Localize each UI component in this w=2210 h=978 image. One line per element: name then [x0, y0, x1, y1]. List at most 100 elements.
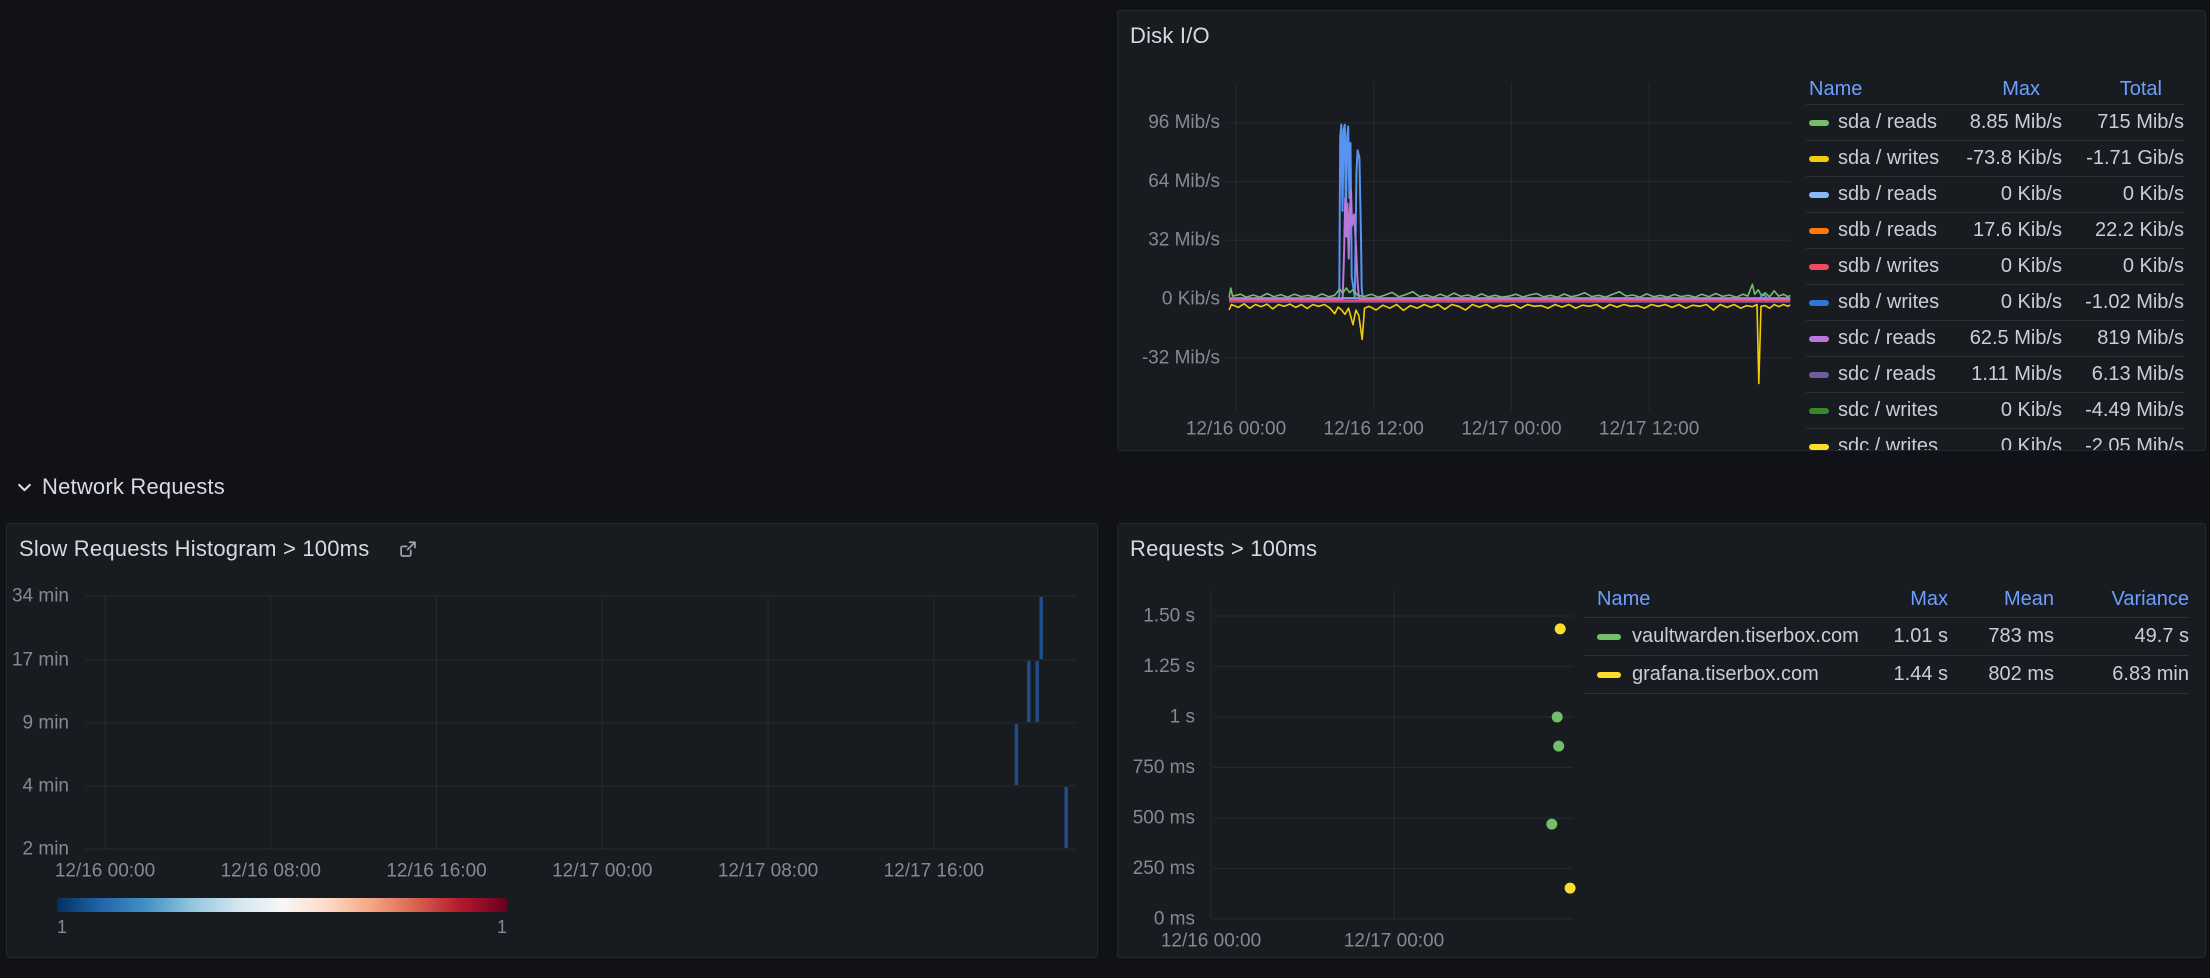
- series-line: [1229, 304, 1790, 384]
- legend-series-swatch[interactable]: [1809, 300, 1829, 306]
- legend-value-total: 6.13 Mib/s: [2062, 363, 2184, 386]
- legend-column-header[interactable]: Max: [1950, 78, 2062, 101]
- y-tick-label: 1.25 s: [1143, 656, 1195, 677]
- legend-series-swatch[interactable]: [1809, 444, 1829, 450]
- legend-value-max: 0 Kib/s: [1950, 399, 2062, 422]
- legend-column-header[interactable]: Variance: [2054, 588, 2189, 611]
- legend-series-swatch[interactable]: [1809, 372, 1829, 378]
- x-tick-label: 12/17 00:00: [1461, 419, 1561, 440]
- y-tick-label: 4 min: [23, 776, 69, 797]
- legend-value-max: 1.01 s: [1867, 625, 1948, 648]
- legend-series-name[interactable]: sdb / reads: [1838, 219, 1950, 242]
- data-point[interactable]: [1555, 623, 1566, 634]
- heatmap-cell[interactable]: [1035, 661, 1039, 722]
- legend-value-max: 1.44 s: [1867, 663, 1948, 686]
- legend-column-header[interactable]: Name: [1806, 78, 1950, 101]
- legend-value-max: 0 Kib/s: [1950, 435, 2062, 451]
- heatmap-cell[interactable]: [1064, 787, 1068, 848]
- legend-value-total: 819 Mib/s: [2062, 327, 2184, 350]
- legend-series-name[interactable]: sdc / reads: [1838, 327, 1950, 350]
- legend-value-max: 1.11 Mib/s: [1950, 363, 2062, 386]
- x-tick-label: 12/16 08:00: [221, 861, 321, 882]
- legend-series-name[interactable]: sda / writes: [1838, 147, 1950, 170]
- legend-value-max: 17.6 Kib/s: [1950, 219, 2062, 242]
- legend-value-max: 0 Kib/s: [1950, 255, 2062, 278]
- legend-series-swatch[interactable]: [1809, 192, 1829, 198]
- x-tick-label: 12/17 16:00: [884, 861, 984, 882]
- legend-series-swatch[interactable]: [1809, 228, 1829, 234]
- legend-value-total: 715 Mib/s: [2062, 111, 2184, 134]
- legend-series-swatch[interactable]: [1809, 336, 1829, 342]
- requests-legend: NameMaxMeanVariance vaultwarden.tiserbox.…: [1584, 582, 2191, 694]
- series-line: [1229, 125, 1790, 299]
- x-tick-label: 12/17 08:00: [718, 861, 818, 882]
- legend-series-swatch[interactable]: [1809, 156, 1829, 162]
- legend-series-name[interactable]: vaultwarden.tiserbox.com: [1632, 625, 1867, 648]
- legend-column-header[interactable]: Mean: [1948, 588, 2054, 611]
- legend-column-header[interactable]: Total: [2062, 78, 2184, 101]
- y-tick-label: 9 min: [23, 713, 69, 734]
- legend-header-row: NameMaxTotal: [1806, 74, 2184, 105]
- data-point[interactable]: [1553, 741, 1564, 752]
- legend-series-name[interactable]: sdc / writes: [1838, 399, 1950, 422]
- legend-row: sdc / reads62.5 Mib/s819 Mib/s: [1806, 321, 2184, 357]
- section-title: Network Requests: [42, 474, 225, 500]
- x-tick-label: 12/17 00:00: [1344, 931, 1444, 952]
- chevron-down-icon[interactable]: [16, 479, 33, 496]
- legend-series-swatch[interactable]: [1809, 408, 1829, 414]
- legend-row: sdc / writes0 Kib/s-4.49 Mib/s: [1806, 393, 2184, 429]
- legend-series-name[interactable]: sdc / reads: [1838, 363, 1950, 386]
- x-tick-label: 12/16 12:00: [1324, 419, 1424, 440]
- legend-series-name[interactable]: sdc / writes: [1838, 435, 1950, 451]
- legend-series-name[interactable]: sdb / writes: [1838, 255, 1950, 278]
- legend-value-max: -73.8 Kib/s: [1950, 147, 2062, 170]
- x-tick-label: 12/17 12:00: [1599, 419, 1699, 440]
- y-tick-label: 0 Kib/s: [1162, 289, 1220, 310]
- legend-row: sdb / writes0 Kib/s-1.02 Mib/s: [1806, 285, 2184, 321]
- y-tick-label: 1 s: [1170, 707, 1195, 728]
- legend-series-name[interactable]: grafana.tiserbox.com: [1632, 663, 1867, 686]
- y-tick-label: -32 Mib/s: [1142, 347, 1220, 368]
- y-tick-label: 250 ms: [1133, 858, 1195, 879]
- legend-header-row: NameMaxMeanVariance: [1584, 582, 2189, 618]
- legend-series-swatch[interactable]: [1597, 672, 1621, 678]
- legend-value-variance: 6.83 min: [2054, 663, 2189, 686]
- legend-value-max: 62.5 Mib/s: [1950, 327, 2062, 350]
- x-tick-label: 12/16 16:00: [386, 861, 486, 882]
- y-tick-label: 1.50 s: [1143, 606, 1195, 627]
- legend-row: sdb / reads17.6 Kib/s22.2 Kib/s: [1806, 213, 2184, 249]
- legend-series-name[interactable]: sdb / writes: [1838, 291, 1950, 314]
- grafana-dashboard: { "page": {"background": "#111217", "pan…: [0, 0, 2210, 978]
- legend-column-header[interactable]: Max: [1867, 588, 1948, 611]
- x-tick-label: 12/16 00:00: [55, 861, 155, 882]
- legend-series-swatch[interactable]: [1809, 264, 1829, 270]
- legend-series-name[interactable]: sdb / reads: [1838, 183, 1950, 206]
- legend-column-header[interactable]: Name: [1584, 588, 1867, 611]
- legend-value-max: 0 Kib/s: [1950, 183, 2062, 206]
- legend-value-total: 0 Kib/s: [2062, 255, 2184, 278]
- legend-value-total: -2.05 Mib/s: [2062, 435, 2184, 451]
- legend-value-max: 8.85 Mib/s: [1950, 111, 2062, 134]
- legend-row: sda / writes-73.8 Kib/s-1.71 Gib/s: [1806, 141, 2184, 177]
- heatmap-cell[interactable]: [1040, 597, 1044, 659]
- legend-row: sdb / reads0 Kib/s0 Kib/s: [1806, 177, 2184, 213]
- slow-requests-heatmap[interactable]: 2 min4 min9 min17 min34 min12/16 00:0012…: [7, 524, 1097, 957]
- section-row-network-requests[interactable]: Network Requests: [16, 474, 225, 500]
- legend-series-swatch[interactable]: [1597, 634, 1621, 640]
- y-tick-label: 64 Mib/s: [1148, 171, 1220, 192]
- data-point[interactable]: [1565, 883, 1576, 894]
- y-tick-label: 32 Mib/s: [1148, 230, 1220, 251]
- y-tick-label: 500 ms: [1133, 808, 1195, 829]
- legend-value-total: -4.49 Mib/s: [2062, 399, 2184, 422]
- legend-series-swatch[interactable]: [1809, 120, 1829, 126]
- legend-row: sdc / writes0 Kib/s-2.05 Mib/s: [1806, 429, 2184, 451]
- data-point[interactable]: [1546, 819, 1557, 830]
- heatmap-cell[interactable]: [1027, 661, 1031, 722]
- heatmap-cell[interactable]: [1015, 724, 1019, 785]
- requests-panel: Requests > 100ms 1.50 s1.25 s1 s750 ms50…: [1117, 523, 2206, 958]
- legend-series-name[interactable]: sda / reads: [1838, 111, 1950, 134]
- data-point[interactable]: [1552, 712, 1563, 723]
- y-tick-label: 750 ms: [1133, 757, 1195, 778]
- series-line: [1229, 284, 1790, 297]
- y-tick-label: 34 min: [12, 586, 69, 607]
